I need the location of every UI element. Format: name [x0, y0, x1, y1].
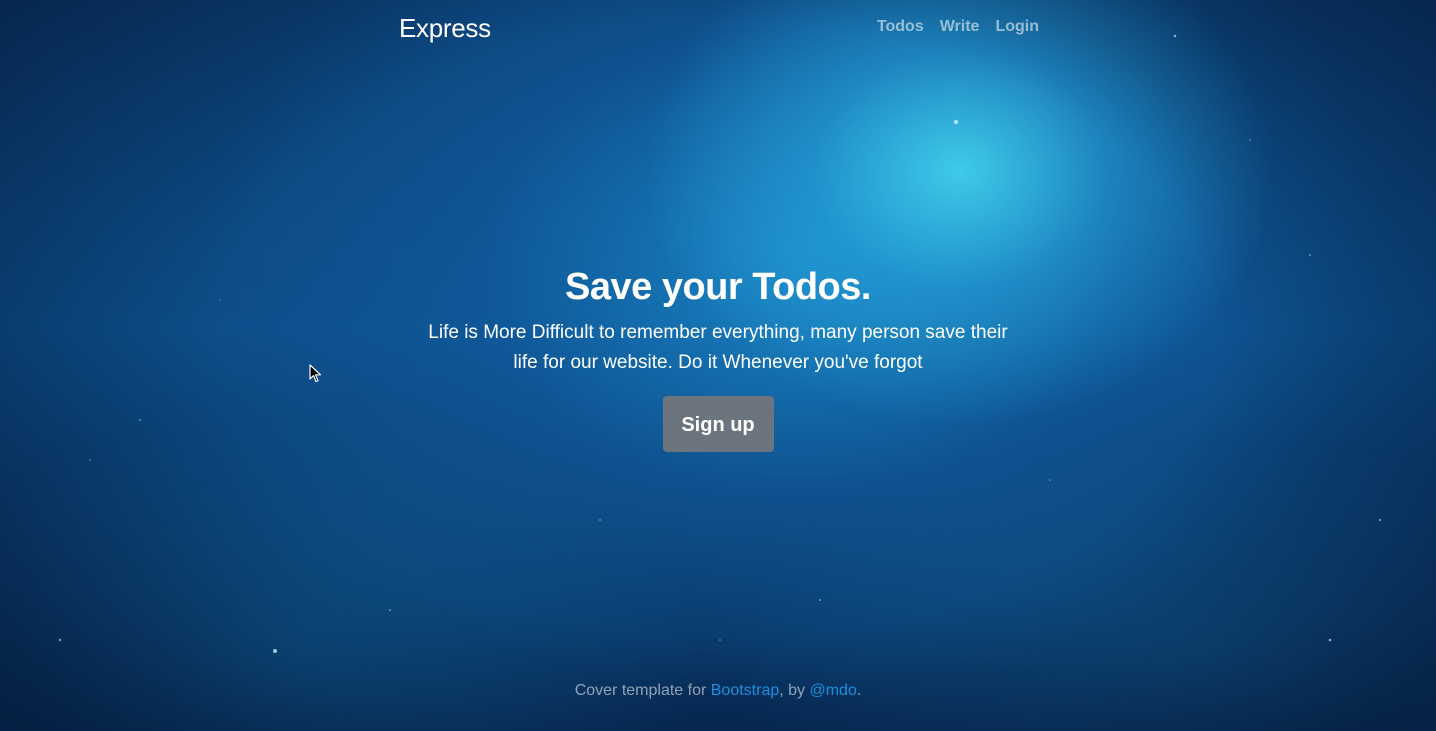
footer-suffix: .: [856, 682, 862, 699]
brand-title[interactable]: Express: [399, 13, 491, 44]
signup-button[interactable]: Sign up: [662, 396, 774, 452]
masthead: Express Todos Write Login: [399, 0, 1039, 56]
nav-link-todos[interactable]: Todos: [877, 18, 924, 36]
mouse-pointer-icon: [309, 364, 322, 383]
main-nav: Todos Write Login: [877, 18, 1039, 36]
hero-section: Save your Todos. Life is More Difficult …: [0, 262, 1436, 452]
nav-link-write[interactable]: Write: [940, 18, 980, 36]
footer-middle: , by: [779, 682, 810, 699]
footer-prefix: Cover template for: [574, 682, 711, 699]
footer: Cover template for Bootstrap, by @mdo.: [0, 682, 1436, 700]
hero-lead: Life is More Difficult to remember every…: [428, 322, 1008, 373]
footer-link-bootstrap[interactable]: Bootstrap: [711, 682, 779, 699]
hero-title: Save your Todos.: [565, 266, 871, 308]
footer-link-mdo[interactable]: @mdo: [809, 682, 856, 699]
nav-link-login[interactable]: Login: [995, 18, 1039, 36]
